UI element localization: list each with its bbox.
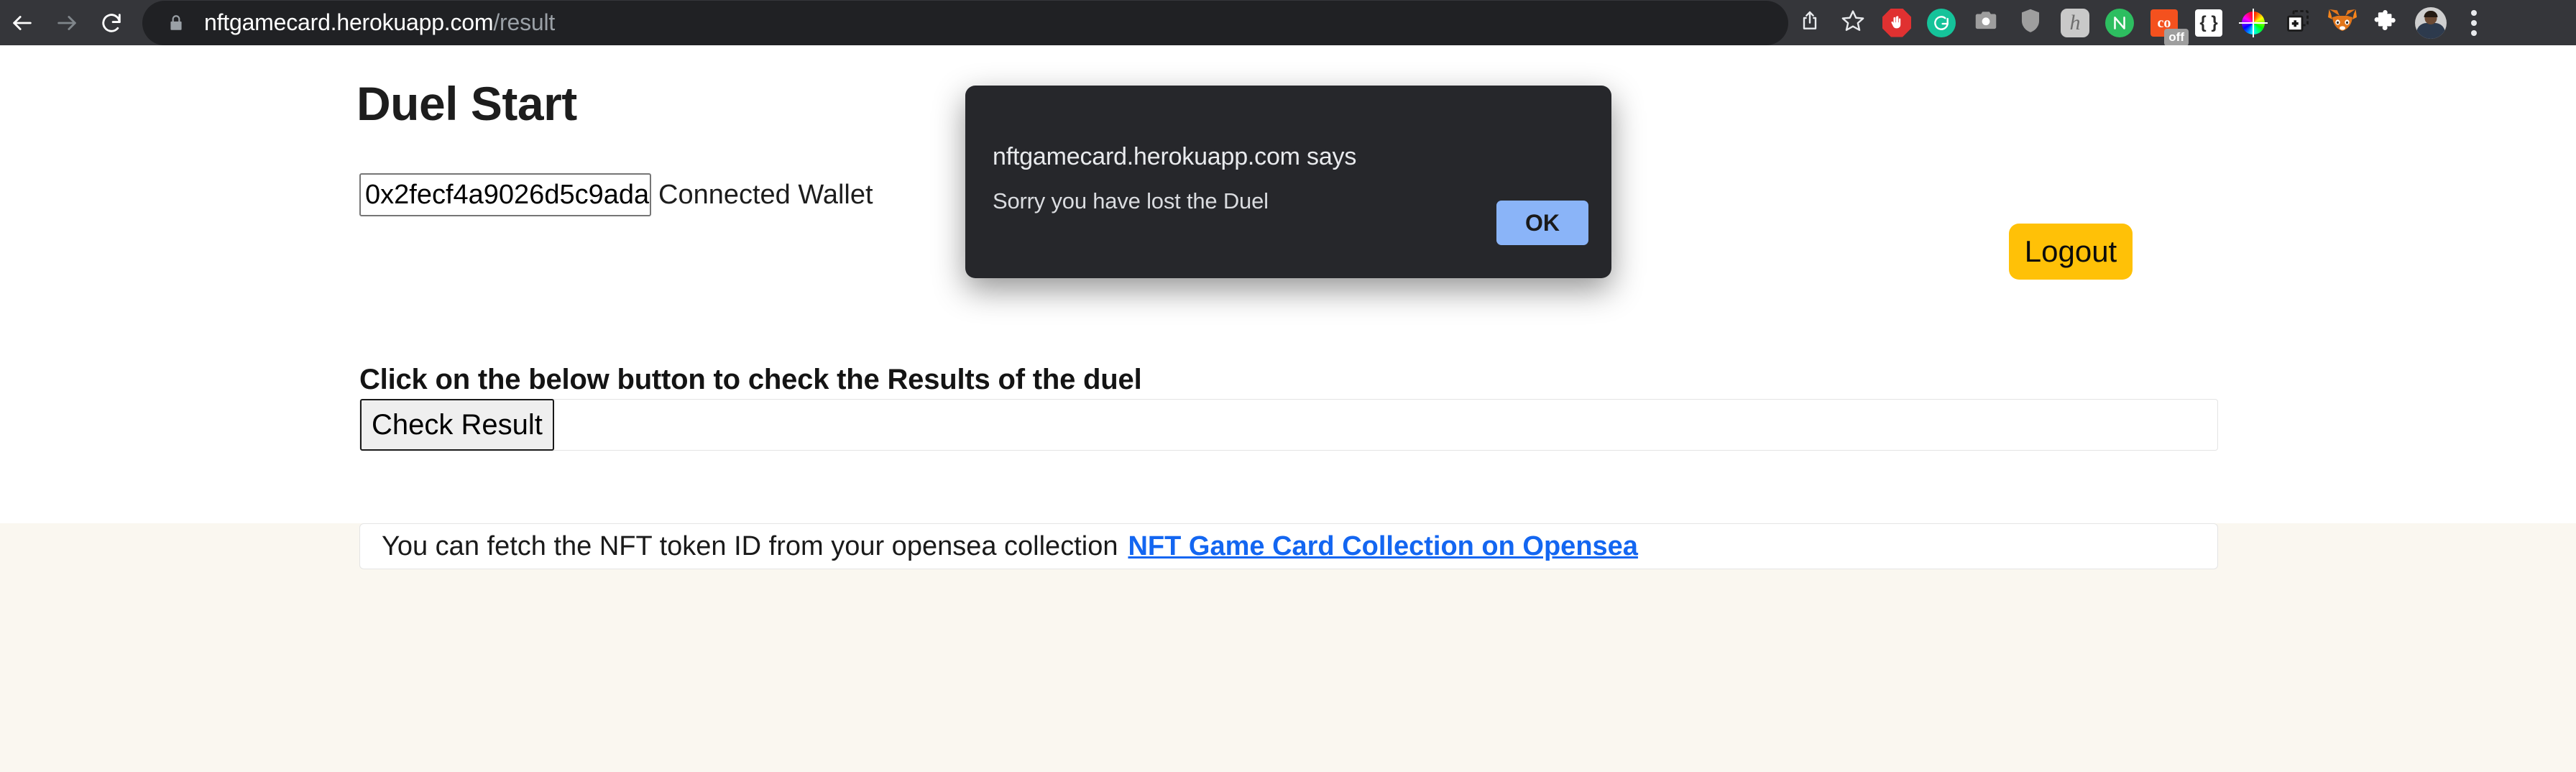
share-icon xyxy=(1798,9,1821,36)
json-viewer-extension-icon: { } xyxy=(2195,9,2222,37)
page-viewport: Duel Start 0x2fecf4a9026d5c9ada Connecte… xyxy=(0,45,2576,772)
arrow-left-icon xyxy=(10,11,34,35)
metamask-extension-button[interactable] xyxy=(2324,4,2361,42)
browser-menu-button[interactable] xyxy=(2452,1,2496,45)
adblock-extension-icon xyxy=(1882,8,1911,37)
share-button[interactable] xyxy=(1788,1,1831,45)
wallet-address-input[interactable]: 0x2fecf4a9026d5c9ada xyxy=(359,173,651,216)
url-path: /result xyxy=(493,9,556,35)
avatar-hair xyxy=(2424,10,2438,17)
evernote-extension-icon xyxy=(2105,8,2134,37)
extensions-puzzle-icon xyxy=(2374,8,2400,37)
screenshot-camera-extension-icon xyxy=(1972,7,2000,38)
grammarly-extension-icon xyxy=(1927,8,1956,37)
avatar-body xyxy=(2416,22,2445,39)
instruction-text: Click on the below button to check the R… xyxy=(359,364,1142,395)
honey-extension-icon: h xyxy=(2061,8,2089,37)
arrow-right-icon xyxy=(55,11,79,35)
opensea-panel: You can fetch the NFT token ID from your… xyxy=(359,523,2218,569)
cor-extension-button[interactable]: co off xyxy=(2145,4,2189,46)
back-button[interactable] xyxy=(0,1,45,45)
star-bookmark-icon xyxy=(1841,9,1865,37)
wallet-row: 0x2fecf4a9026d5c9ada Connected Wallet xyxy=(359,173,873,216)
lock-icon xyxy=(167,14,185,32)
color-picker-extension-icon xyxy=(2239,8,2268,37)
avatar xyxy=(2415,6,2447,39)
opensea-hint-text: You can fetch the NFT token ID from your… xyxy=(382,530,1118,561)
forward-button[interactable] xyxy=(45,1,89,45)
address-bar[interactable]: nftgamecard.herokuapp.com/result xyxy=(142,0,1788,45)
dialog-ok-button[interactable]: OK xyxy=(1496,201,1588,245)
toolbar-actions: h co off { } xyxy=(1788,1,2504,46)
three-dot-menu-icon xyxy=(2471,9,2477,36)
page-title: Duel Start xyxy=(356,77,577,130)
color-picker-extension-button[interactable] xyxy=(2235,4,2272,42)
metamask-extension-icon xyxy=(2327,7,2358,38)
capture-area-extension-button[interactable] xyxy=(2279,4,2317,42)
opensea-collection-link[interactable]: NFT Game Card Collection on Opensea xyxy=(1128,531,1637,562)
dialog-message-text: Sorry you have lost the Duel xyxy=(993,188,1269,213)
shield-privacy-extension-button[interactable] xyxy=(2012,4,2049,42)
screenshot-camera-extension-button[interactable] xyxy=(1967,4,2005,42)
reload-icon xyxy=(99,11,124,35)
javascript-alert-dialog: nftgamecard.herokuapp.com says Sorry you… xyxy=(965,86,1611,278)
browser-toolbar: nftgamecard.herokuapp.com/result h co of… xyxy=(0,0,2576,46)
check-result-button[interactable]: Check Result xyxy=(360,399,554,451)
cor-extension-off-badge: off xyxy=(2164,29,2189,46)
bookmark-button[interactable] xyxy=(1831,1,1874,45)
result-panel: Check Result xyxy=(359,399,2218,451)
evernote-extension-button[interactable] xyxy=(2101,4,2138,42)
reload-button[interactable] xyxy=(89,1,134,45)
dialog-origin-text: nftgamecard.herokuapp.com says xyxy=(993,143,1357,170)
url-domain: nftgamecard.herokuapp.com xyxy=(204,9,494,35)
grammarly-extension-button[interactable] xyxy=(1923,4,1960,42)
capture-area-extension-icon xyxy=(2285,8,2311,37)
adblock-extension-button[interactable] xyxy=(1878,4,1915,42)
extensions-button[interactable] xyxy=(2368,4,2406,42)
json-viewer-extension-button[interactable]: { } xyxy=(2190,4,2227,42)
logout-button[interactable]: Logout xyxy=(2009,224,2133,280)
shield-privacy-extension-icon xyxy=(2018,7,2043,38)
honey-extension-button[interactable]: h xyxy=(2056,4,2094,42)
url-text: nftgamecard.herokuapp.com/result xyxy=(204,9,555,36)
connected-wallet-label: Connected Wallet xyxy=(658,179,873,210)
profile-button[interactable] xyxy=(2409,1,2452,45)
